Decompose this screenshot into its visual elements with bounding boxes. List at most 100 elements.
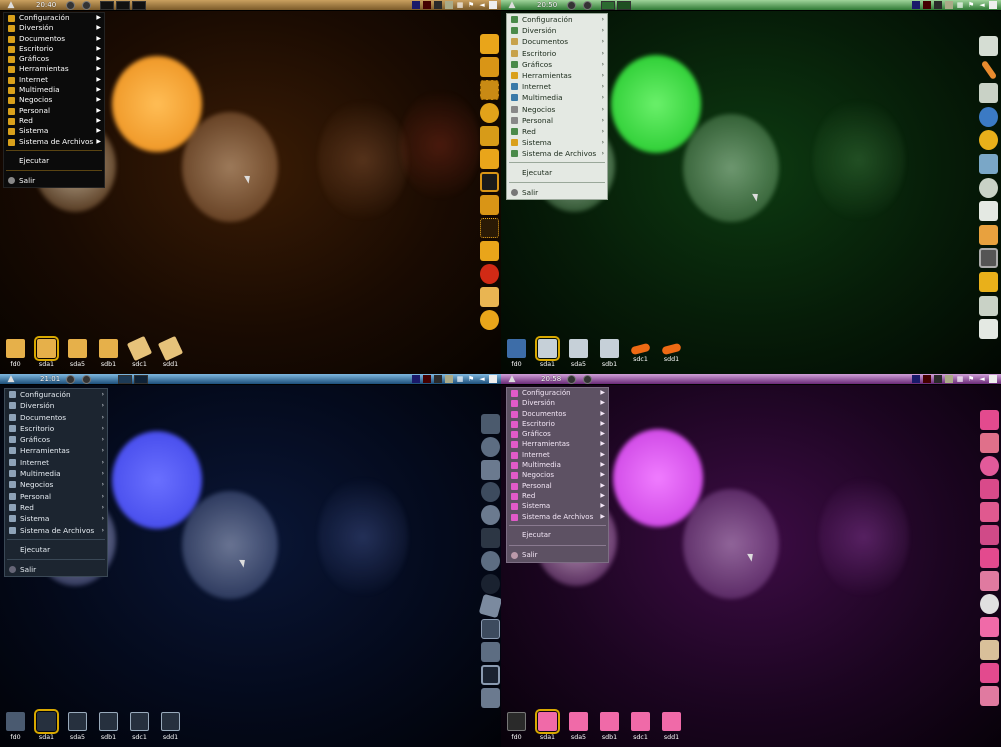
menu-item-documentos[interactable]: Documentos ›	[5, 412, 107, 423]
chat-icon[interactable]	[979, 130, 998, 151]
drive-sda1[interactable]: sda1	[535, 709, 560, 741]
document-icon[interactable]	[478, 594, 501, 619]
battery-icon[interactable]	[945, 1, 953, 9]
globe-icon[interactable]	[979, 106, 998, 127]
menu-item-diversion[interactable]: Diversión ▶	[507, 398, 608, 408]
drive-sdb1[interactable]: sdb1	[99, 712, 118, 741]
menu-item-sistema[interactable]: Sistema ▶	[507, 501, 608, 511]
image-icon[interactable]	[481, 619, 500, 640]
terminal-icon[interactable]	[980, 663, 999, 683]
menu-item-documentos[interactable]: Documentos ›	[507, 36, 607, 47]
menu-item-internet[interactable]: Internet ▶	[4, 75, 104, 85]
start-menu-icon[interactable]: ▲	[4, 374, 18, 385]
menu-item-ejecutar[interactable]: Ejecutar	[507, 166, 607, 179]
menu-item-multimedia[interactable]: Multimedia ›	[507, 92, 607, 103]
menu-item-herramientas[interactable]: Herramientas ▶	[4, 64, 104, 74]
menu-item-herramientas[interactable]: Herramientas ▶	[507, 439, 608, 449]
menu-item-red[interactable]: Red ▶	[4, 116, 104, 126]
calculator-icon[interactable]	[481, 459, 500, 480]
home-icon[interactable]	[480, 34, 499, 54]
network-icon[interactable]: ▦	[456, 375, 464, 383]
file-manager-icon[interactable]	[480, 57, 499, 77]
menu-item-sistema-de-archivos[interactable]: Sistema de Archivos ▶	[507, 512, 608, 522]
tray-app-icon[interactable]	[934, 375, 942, 383]
mail-icon[interactable]	[980, 571, 999, 591]
tray-app-icon[interactable]	[434, 1, 442, 9]
network-icon[interactable]	[481, 550, 500, 571]
drive-sdc1[interactable]: sdc1	[630, 339, 651, 368]
power-icon[interactable]	[567, 1, 576, 10]
drive-sdb1[interactable]: sdb1	[99, 339, 118, 368]
battery-icon[interactable]	[445, 375, 453, 383]
menu-item-negocios[interactable]: Negocios ▶	[507, 470, 608, 480]
drive-sdc1[interactable]: sdc1	[130, 712, 149, 741]
tray-app-icon[interactable]	[434, 375, 442, 383]
menu-item-diversion[interactable]: Diversión ▶	[4, 23, 104, 33]
drive-sdc1[interactable]: sdc1	[631, 712, 650, 741]
menu-item-red[interactable]: Red ›	[507, 126, 607, 137]
drive-sdd1[interactable]: sdd1	[161, 712, 180, 741]
drive-fd0[interactable]: fd0	[6, 712, 25, 741]
menu-item-internet[interactable]: Internet ›	[507, 81, 607, 92]
files-icon[interactable]	[481, 687, 500, 708]
calculator-icon[interactable]	[480, 80, 499, 100]
chat-icon[interactable]	[980, 456, 999, 476]
menu-item-configuracion[interactable]: Configuración ›	[5, 389, 107, 400]
battery-icon[interactable]	[945, 375, 953, 383]
drive-sda5[interactable]: sda5	[569, 712, 588, 741]
camera-icon[interactable]	[481, 414, 500, 434]
menu-item-ejecutar[interactable]: Ejecutar	[4, 154, 104, 167]
display-icon[interactable]	[480, 172, 499, 192]
menu-item-documentos[interactable]: Documentos ▶	[4, 34, 104, 44]
lock-icon[interactable]	[481, 641, 500, 662]
menu-item-personal[interactable]: Personal ▶	[4, 106, 104, 116]
network-icon[interactable]: ▦	[956, 375, 964, 383]
menu-item-herramientas[interactable]: Herramientas ›	[5, 445, 107, 456]
settings-icon[interactable]	[82, 375, 91, 384]
start-menu-icon[interactable]: ▲	[505, 374, 519, 385]
workspace-2[interactable]	[617, 1, 631, 10]
battery-icon[interactable]	[445, 1, 453, 9]
menu-item-ejecutar[interactable]: Ejecutar	[507, 529, 608, 542]
menu-item-graficos[interactable]: Gráficos ›	[507, 59, 607, 70]
image-icon[interactable]	[480, 149, 499, 169]
key-icon[interactable]	[980, 640, 999, 660]
calculator-icon[interactable]	[979, 83, 998, 104]
text-editor-icon[interactable]	[979, 201, 998, 222]
power-icon[interactable]	[66, 1, 75, 10]
show-desktop-icon[interactable]	[489, 375, 497, 383]
drive-sdd1[interactable]: sdd1	[157, 335, 184, 368]
document-icon[interactable]	[980, 686, 999, 706]
tray-app-icon[interactable]	[923, 1, 931, 9]
menu-item-escritorio[interactable]: Escritorio ▶	[4, 44, 104, 54]
menu-item-red[interactable]: Red ▶	[507, 491, 608, 501]
eye-icon[interactable]	[481, 573, 500, 594]
menu-item-salir[interactable]: Salir	[4, 174, 104, 187]
lock-icon[interactable]	[979, 271, 998, 292]
menu-item-internet[interactable]: Internet ▶	[507, 450, 608, 460]
menu-item-configuracion[interactable]: Configuración ▶	[4, 13, 104, 23]
chat-icon[interactable]	[480, 126, 499, 146]
drive-sdb1[interactable]: sdb1	[600, 712, 619, 741]
drive-sda5[interactable]: sda5	[68, 712, 87, 741]
drive-sda1[interactable]: sda1	[535, 336, 560, 368]
workspace-2[interactable]	[134, 375, 148, 384]
terminal-icon[interactable]	[481, 664, 500, 685]
block-icon[interactable]	[480, 264, 499, 284]
start-menu-icon[interactable]: ▲	[4, 0, 18, 11]
menu-item-salir[interactable]: Salir	[5, 563, 107, 576]
menu-item-negocios[interactable]: Negocios ›	[507, 104, 607, 115]
video-icon[interactable]	[980, 525, 999, 545]
settings-icon[interactable]	[583, 375, 592, 384]
tray-app-icon[interactable]	[923, 375, 931, 383]
drive-sdd1[interactable]: sdd1	[662, 712, 681, 741]
flag-icon[interactable]: ⚑	[967, 1, 975, 9]
settings-icon[interactable]	[82, 1, 91, 10]
menu-item-graficos[interactable]: Gráficos ▶	[507, 429, 608, 439]
menu-item-escritorio[interactable]: Escritorio ›	[5, 423, 107, 434]
terminal-icon[interactable]	[480, 241, 499, 261]
menu-item-red[interactable]: Red ›	[5, 502, 107, 513]
text-icon[interactable]	[980, 433, 999, 453]
workspace-1[interactable]	[118, 375, 132, 384]
menu-item-sistema[interactable]: Sistema ›	[5, 513, 107, 524]
